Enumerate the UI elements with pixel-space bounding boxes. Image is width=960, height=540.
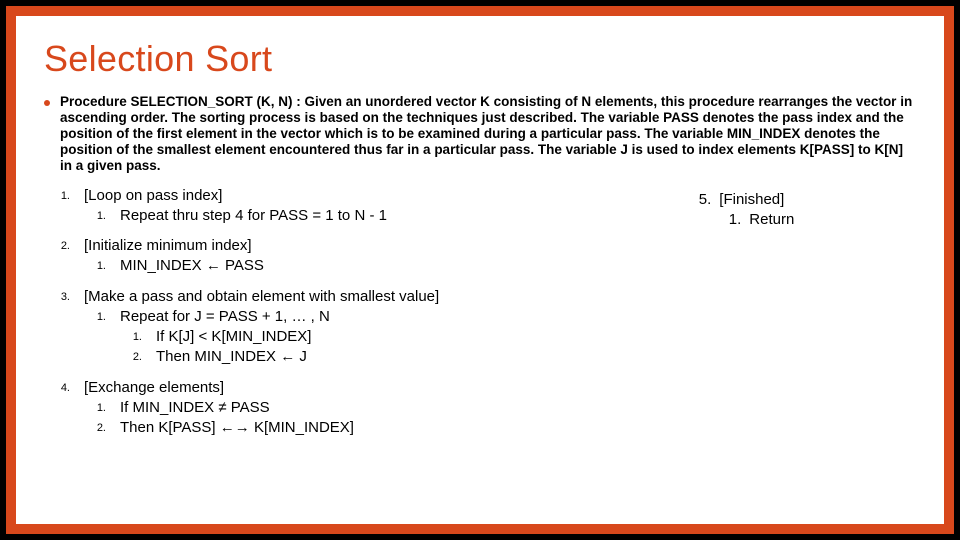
bullet-icon [44,100,50,106]
subsubstep-text: Then MIN_INDEX ← J [156,347,307,367]
substep-text: Then K[PASS] ←→ K[MIN_INDEX] [120,418,354,438]
substep-number: 1. [86,256,106,274]
substep-text: Return [749,210,794,230]
step-2: 2. [Initialize minimum index] 1. MIN_IND… [44,236,649,277]
step-1: 1. [Loop on pass index] 1. Repeat thru s… [44,186,649,227]
intro-row: Procedure SELECTION_SORT (K, N) : Given … [44,94,916,174]
substep-number: 2. [86,418,106,436]
substep-text: MIN_INDEX ← PASS [120,256,264,276]
substep-number: 1. [86,398,106,416]
step-5: 5. [Finished] [689,190,916,210]
step-4: 4. [Exchange elements] 1. If MIN_INDEX ≠… [44,378,649,439]
step-number: 3. [44,287,70,305]
step-number: 2. [44,236,70,254]
subsubstep-text: If K[J] < K[MIN_INDEX] [156,327,311,347]
step-number: 1. [44,186,70,204]
step-number: 5. [689,190,711,210]
step-title: [Initialize minimum index] [84,236,252,256]
subsubstep-number: 1. [122,327,142,345]
step-title: [Loop on pass index] [84,186,222,206]
step-3: 3. [Make a pass and obtain element with … [44,287,649,368]
intro-paragraph: Procedure SELECTION_SORT (K, N) : Given … [60,94,916,174]
right-column: 5. [Finished] 1. Return [689,186,916,449]
substep-text: Repeat thru step 4 for PASS = 1 to N - 1 [120,206,387,226]
step-title: [Make a pass and obtain element with sma… [84,287,439,307]
content-columns: 1. [Loop on pass index] 1. Repeat thru s… [44,186,916,449]
step-title: [Exchange elements] [84,378,224,398]
left-column: 1. [Loop on pass index] 1. Repeat thru s… [44,186,649,449]
step-title: [Finished] [719,190,784,210]
slide-title: Selection Sort [44,38,916,80]
substep-number: 1. [719,210,741,230]
substep-text: Repeat for J = PASS + 1, … , N [120,307,330,327]
slide-body: Selection Sort Procedure SELECTION_SORT … [16,16,944,524]
substep-text: If MIN_INDEX ≠ PASS [120,398,270,418]
substep-number: 1. [86,307,106,325]
step-number: 4. [44,378,70,396]
slide-border: Selection Sort Procedure SELECTION_SORT … [6,6,954,534]
subsubstep-number: 2. [122,347,142,365]
substep-number: 1. [86,206,106,224]
